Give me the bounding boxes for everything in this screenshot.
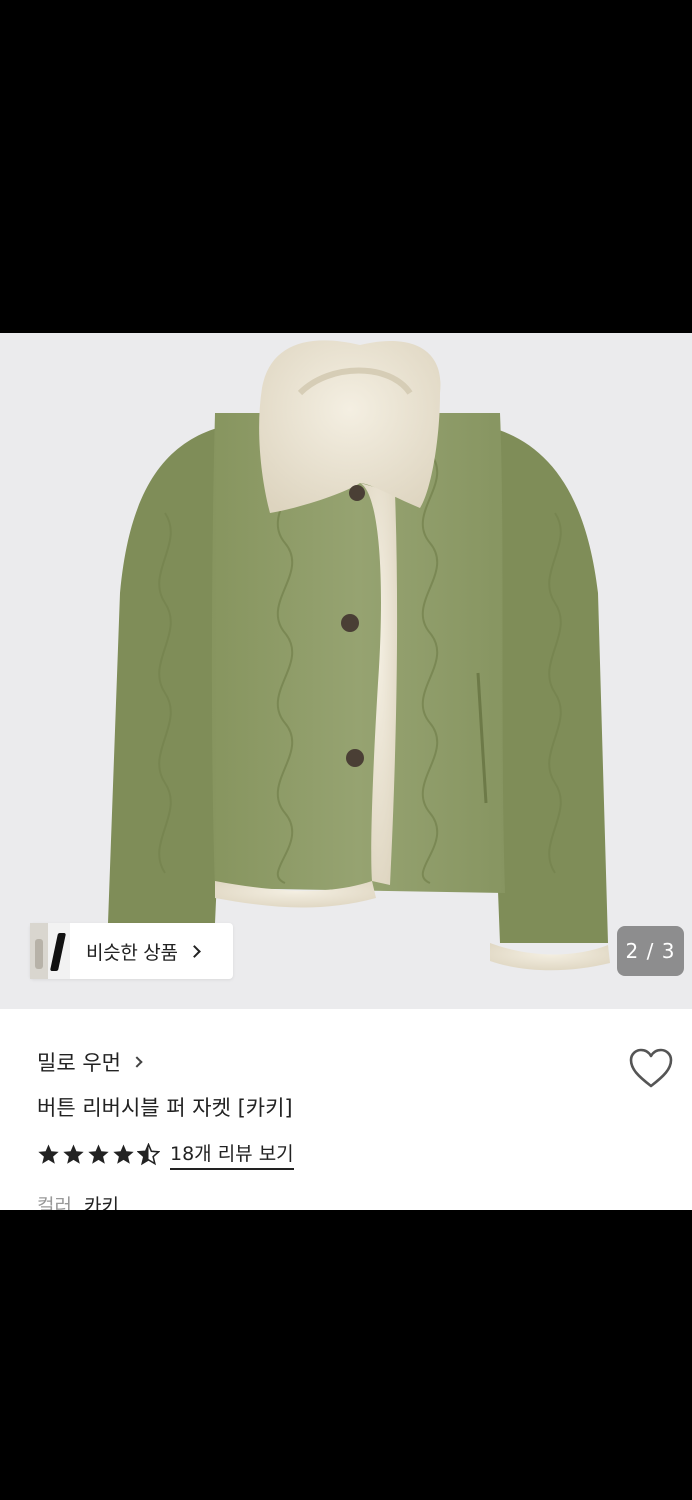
option-row: 컬러 카키 [37, 1191, 119, 1210]
option-label: 컬러 [37, 1195, 72, 1210]
star-full-icon [63, 1144, 84, 1164]
bottom-letterbox [0, 1210, 692, 1500]
product-image [108, 340, 610, 971]
chevron-right-icon [187, 944, 201, 958]
product-title: 버튼 리버시블 퍼 자켓 [카키] [37, 1096, 293, 1120]
similar-products-button[interactable]: 비슷한 상품 [30, 923, 233, 979]
top-letterbox [0, 0, 692, 333]
product-info-section: 밀로 우먼 버튼 리버시블 퍼 자켓 [카키] 18개 리뷰 보기 컬러 카키 [0, 1009, 692, 1210]
review-link[interactable]: 18개 리뷰 보기 [170, 1139, 294, 1170]
rating-row: 18개 리뷰 보기 [37, 1139, 294, 1170]
star-full-icon [113, 1144, 134, 1164]
brand-link[interactable]: 밀로 우먼 [37, 1047, 143, 1077]
rating-stars [37, 1143, 160, 1166]
heart-outline-icon[interactable] [628, 1047, 674, 1089]
image-page-counter: 2 / 3 [617, 926, 684, 976]
option-value: 카키 [83, 1195, 119, 1210]
star-full-icon [88, 1144, 109, 1164]
product-image-gallery[interactable]: 비슷한 상품 2 / 3 [0, 333, 692, 1009]
star-full-icon [38, 1144, 59, 1164]
similar-products-label: 비슷한 상품 [86, 941, 178, 964]
chevron-right-icon [131, 1056, 143, 1068]
star-half-icon [137, 1143, 160, 1166]
brand-name: 밀로 우먼 [37, 1051, 121, 1075]
similar-products-thumbnail [30, 923, 70, 979]
